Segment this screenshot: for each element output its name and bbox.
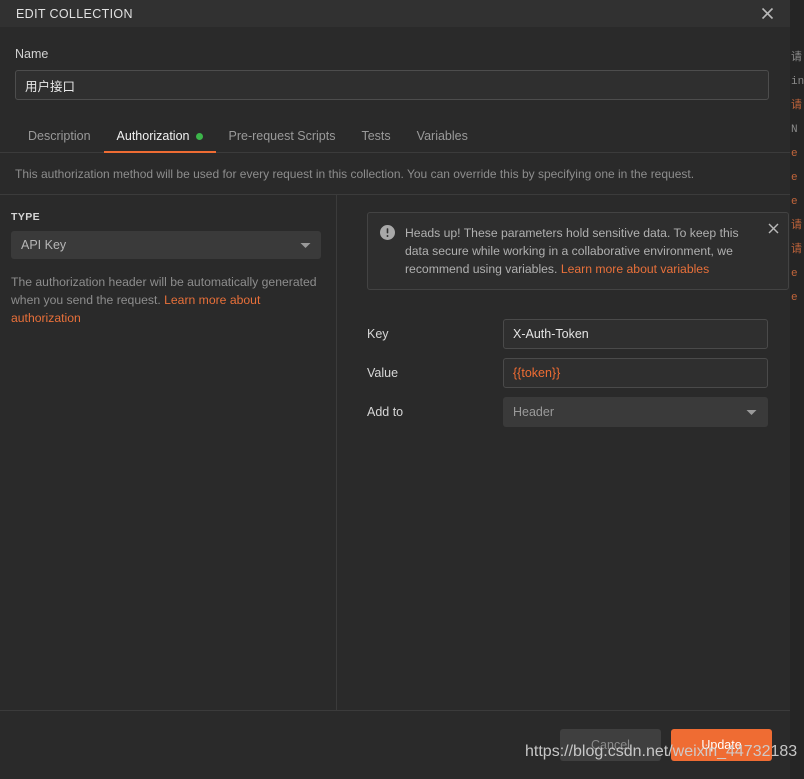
auth-type-value: API Key bbox=[21, 238, 67, 252]
callout-text: Heads up! These parameters hold sensitiv… bbox=[405, 224, 758, 278]
tab-variables[interactable]: Variables bbox=[404, 129, 481, 152]
bg-sliver-line: 请 bbox=[791, 52, 802, 64]
form-row-key: Key bbox=[367, 319, 789, 349]
tab-label: Authorization bbox=[116, 129, 190, 143]
modal-footer: Cancel Update bbox=[0, 710, 790, 779]
bg-sliver-line: in bbox=[791, 76, 804, 88]
key-input[interactable] bbox=[503, 319, 768, 349]
bg-sliver-line: e bbox=[791, 172, 798, 184]
authorization-panel: TYPE API Key The authorization header wi… bbox=[0, 195, 790, 710]
tab-bar: Description Authorization Pre-request Sc… bbox=[0, 121, 790, 153]
add-to-value: Header bbox=[513, 405, 554, 419]
tab-authorization[interactable]: Authorization bbox=[103, 129, 216, 153]
bg-sliver-line: 请 bbox=[791, 100, 802, 112]
learn-more-variables-link[interactable]: Learn more about variables bbox=[561, 262, 709, 276]
add-to-select[interactable]: Header bbox=[503, 397, 768, 427]
tab-description[interactable]: Description bbox=[15, 129, 104, 152]
close-icon[interactable] bbox=[756, 3, 778, 25]
key-label: Key bbox=[367, 327, 389, 341]
tab-label: Tests bbox=[361, 129, 391, 143]
tab-pre-request-scripts[interactable]: Pre-request Scripts bbox=[216, 129, 349, 152]
collection-name-input[interactable] bbox=[15, 70, 769, 100]
auth-helper-text: The authorization header will be automat… bbox=[11, 273, 321, 327]
bg-sliver-line: N bbox=[791, 124, 798, 136]
edit-collection-modal: EDIT COLLECTION Name Description Authori… bbox=[0, 0, 790, 779]
form-row-value: Value bbox=[367, 358, 789, 388]
tab-label: Description bbox=[28, 129, 91, 143]
update-button[interactable]: Update bbox=[671, 729, 772, 761]
api-key-form: Key Value Add to Header bbox=[367, 319, 789, 427]
alert-circle-icon bbox=[380, 225, 395, 278]
bg-sliver-line: e bbox=[791, 148, 798, 160]
modal-header: EDIT COLLECTION bbox=[0, 0, 790, 27]
add-to-label: Add to bbox=[367, 405, 404, 419]
name-label: Name bbox=[15, 47, 49, 61]
auth-type-select[interactable]: API Key bbox=[11, 231, 321, 259]
chevron-down-icon bbox=[746, 405, 757, 419]
page-title: EDIT COLLECTION bbox=[16, 6, 133, 21]
name-field-group: Name bbox=[0, 27, 790, 100]
auth-type-column: TYPE API Key The authorization header wi… bbox=[0, 195, 337, 710]
chevron-down-icon bbox=[300, 238, 311, 252]
tab-label: Pre-request Scripts bbox=[228, 129, 336, 143]
modal-body: Name Description Authorization Pre-reque… bbox=[0, 27, 790, 710]
auth-info-text: This authorization method will be used f… bbox=[0, 153, 790, 195]
form-row-add-to: Add to Header bbox=[367, 397, 789, 427]
tab-tests[interactable]: Tests bbox=[348, 129, 403, 152]
cancel-button[interactable]: Cancel bbox=[560, 729, 661, 761]
auth-params-column: Heads up! These parameters hold sensitiv… bbox=[337, 195, 804, 710]
callout-close-icon[interactable] bbox=[768, 223, 779, 234]
value-label: Value bbox=[367, 366, 399, 380]
sensitive-data-callout: Heads up! These parameters hold sensitiv… bbox=[367, 212, 789, 290]
type-label: TYPE bbox=[11, 211, 41, 223]
value-input[interactable] bbox=[503, 358, 768, 388]
tab-label: Variables bbox=[416, 129, 468, 143]
tab-status-dot-icon bbox=[195, 132, 203, 140]
